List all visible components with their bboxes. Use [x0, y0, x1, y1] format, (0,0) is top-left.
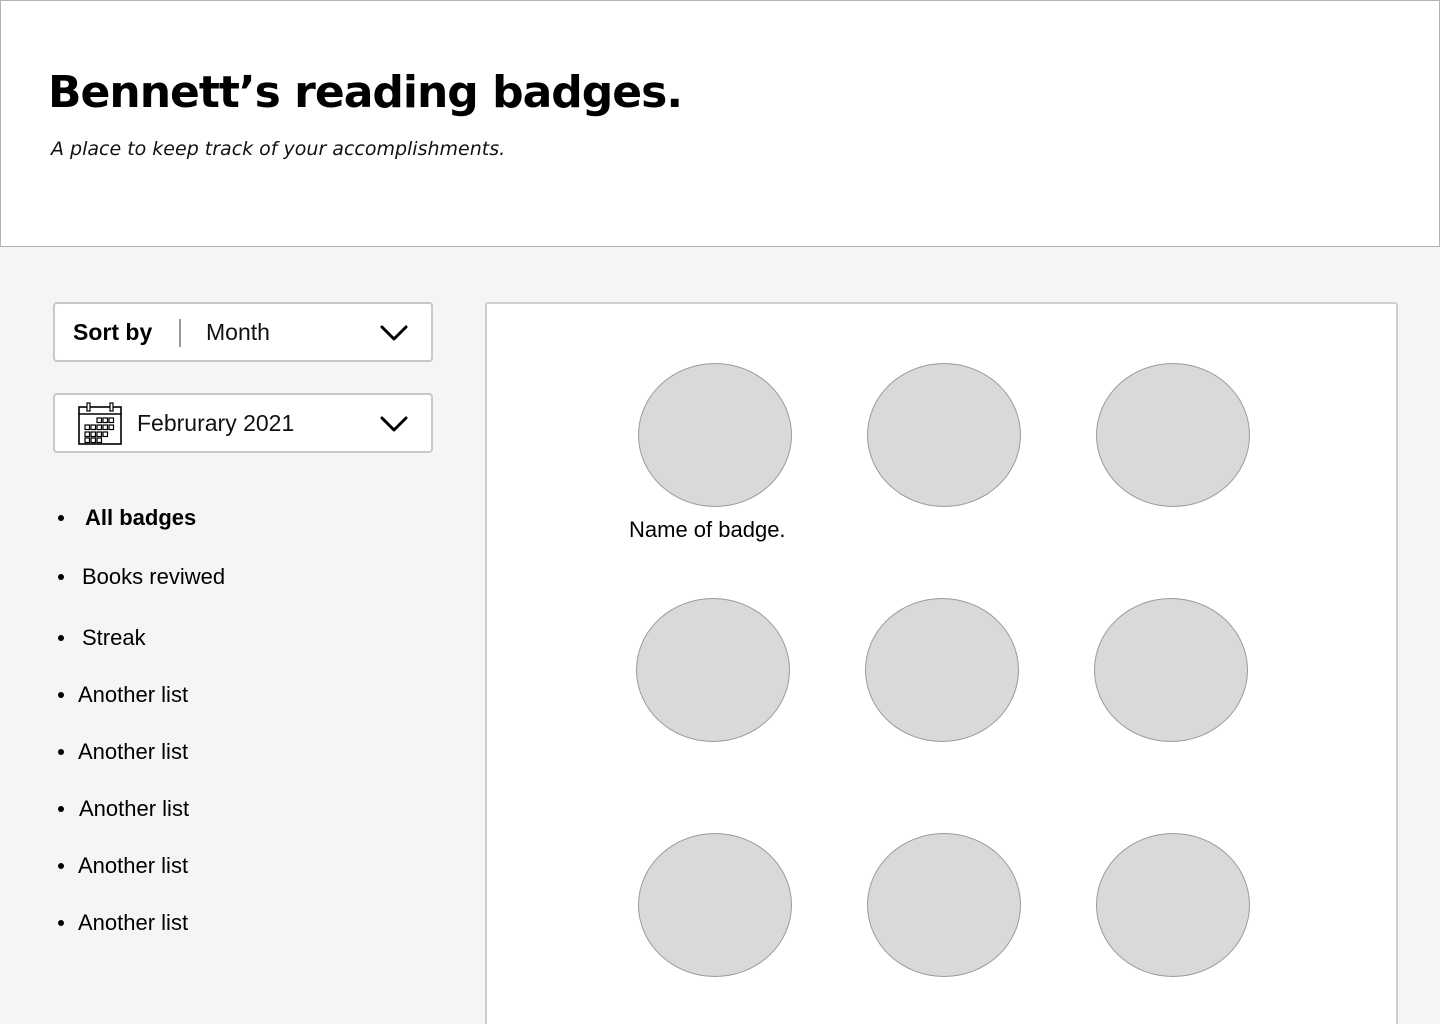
filter-item-another-list[interactable]: Another list [58, 910, 188, 936]
bullet [58, 635, 64, 641]
month-picker-value: Februrary 2021 [137, 410, 295, 436]
badge[interactable] [636, 598, 790, 742]
chevron-down-icon [380, 325, 408, 341]
page-subtitle: A place to keep track of your accomplish… [51, 138, 506, 160]
calendar-icon [78, 402, 122, 445]
badge[interactable] [1096, 833, 1250, 977]
filter-item-another-list[interactable]: Another list [58, 853, 188, 879]
filter-item-another-list[interactable]: Another list [58, 796, 189, 822]
badge[interactable] [867, 363, 1021, 507]
badge[interactable] [1094, 598, 1248, 742]
filter-item-label: Streak [82, 625, 146, 650]
filter-item-label: All badges [85, 505, 197, 530]
filter-item-another-list[interactable]: Another list [58, 682, 188, 708]
filter-item-all-badges[interactable]: All badges [58, 505, 196, 531]
bullet [58, 692, 64, 698]
sort-by-label: Sort by [73, 319, 153, 345]
sort-by-value: Month [206, 319, 270, 345]
sort-by-dropdown[interactable]: Sort by Month [53, 302, 433, 362]
chevron-down-icon [380, 416, 408, 432]
badge[interactable] [1096, 363, 1250, 507]
bullet [58, 749, 64, 755]
filter-item-another-list[interactable]: Another list [58, 739, 188, 765]
badge[interactable] [638, 833, 792, 977]
filter-item-label: Books reviwed [82, 564, 226, 589]
page-header: Bennett’s reading badges. A place to kee… [0, 0, 1440, 247]
badge[interactable] [865, 598, 1019, 742]
filter-item-label: Another list [78, 910, 189, 935]
bullet [58, 574, 64, 580]
divider [179, 319, 181, 347]
filter-item-label: Another list [78, 739, 189, 764]
badge[interactable] [638, 363, 792, 507]
bullet [58, 920, 64, 926]
filter-item-streak[interactable]: Streak [58, 625, 146, 651]
bullet [58, 515, 64, 521]
filter-item-label: Another list [79, 796, 190, 821]
page-title: Bennett’s reading badges. [48, 67, 683, 118]
filter-item-books-reviewed[interactable]: Books reviwed [58, 564, 225, 590]
month-picker-dropdown[interactable]: Februrary 2021 [53, 393, 433, 453]
badge-name: Name of badge. [629, 517, 786, 542]
badge[interactable] [867, 833, 1021, 977]
bullet [58, 806, 64, 812]
bullet [58, 863, 64, 869]
filter-item-label: Another list [78, 853, 189, 878]
filter-item-label: Another list [78, 682, 189, 707]
